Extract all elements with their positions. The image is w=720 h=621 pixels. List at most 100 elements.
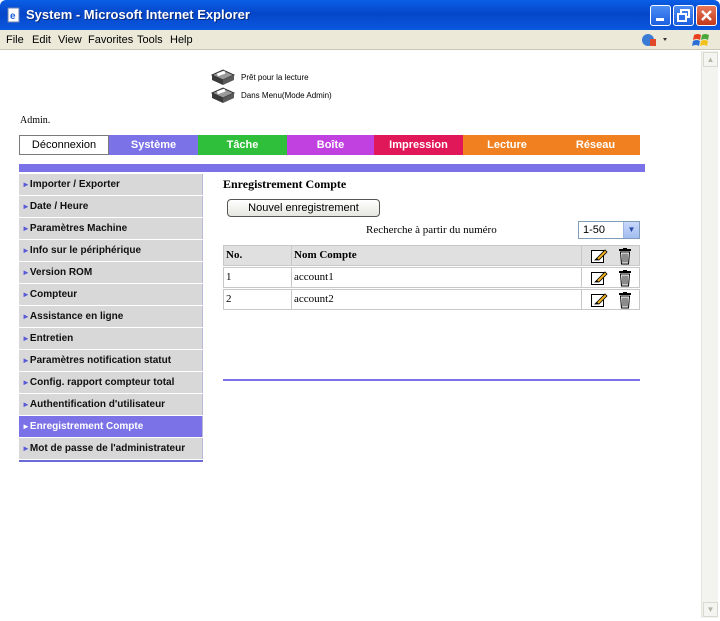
triangle-right-icon: ►	[22, 224, 30, 233]
sidebar-item-rapport-compteur[interactable]: ►Config. rapport compteur total	[19, 372, 203, 393]
sidebar-bottom-line	[19, 460, 203, 462]
trash-icon[interactable]	[616, 291, 634, 309]
row-account-name: account1	[292, 268, 582, 287]
window-title: System - Microsoft Internet Explorer	[26, 7, 250, 22]
tab-systeme[interactable]: Système	[109, 135, 198, 155]
printer-icon	[210, 69, 236, 85]
tab-reseau[interactable]: Réseau	[551, 135, 640, 155]
sidebar-item-assistance-en-ligne[interactable]: ►Assistance en ligne	[19, 306, 203, 327]
sidebar-item-label: Enregistrement Compte	[29, 421, 144, 432]
triangle-right-icon: ►	[22, 378, 30, 387]
edit-icon	[591, 249, 608, 263]
sidebar-item-label: Authentification d'utilisateur	[29, 399, 166, 410]
row-no: 2	[224, 290, 292, 309]
sidebar-item-entretien[interactable]: ►Entretien	[19, 328, 203, 349]
sidebar-item-enregistrement-compte[interactable]: ►Enregistrement Compte	[19, 416, 203, 437]
status-text-mode: Dans Menu(Mode Admin)	[241, 90, 332, 100]
menu-edit[interactable]: Edit	[32, 34, 51, 46]
tab-boite[interactable]: Boîte	[287, 135, 374, 155]
triangle-right-icon: ►	[22, 268, 30, 277]
translate-icon[interactable]	[641, 32, 671, 48]
scroll-down-icon[interactable]: ▼	[703, 602, 718, 617]
triangle-right-icon: ►	[22, 290, 30, 299]
status-text-ready: Prêt pour la lecture	[241, 72, 309, 82]
sidebar-item-label: Version ROM	[29, 267, 93, 278]
table-row: 1 account1	[223, 267, 640, 288]
tab-tache[interactable]: Tâche	[198, 135, 287, 155]
triangle-right-icon: ►	[22, 180, 30, 189]
sidebar-item-label: Assistance en ligne	[29, 311, 124, 322]
sidebar-item-label: Paramètres Machine	[29, 223, 128, 234]
menu-tools[interactable]: Tools	[137, 34, 163, 46]
sidebar-item-label: Config. rapport compteur total	[29, 377, 175, 388]
main-tabs: Déconnexion Système Tâche Boîte Impressi…	[19, 135, 640, 155]
minimize-button[interactable]	[650, 5, 671, 26]
table-row: 2 account2	[223, 289, 640, 310]
sidebar-item-label: Importer / Exporter	[29, 179, 120, 190]
tab-impression[interactable]: Impression	[374, 135, 463, 155]
svg-text:e: e	[10, 11, 16, 22]
table-header-row: No. Nom Compte	[223, 245, 640, 266]
ie-page-icon: e	[7, 7, 20, 23]
vertical-scrollbar[interactable]: ▲ ▼	[701, 51, 718, 618]
sidebar-item-label: Entretien	[29, 333, 74, 344]
scroll-up-icon[interactable]: ▲	[703, 52, 718, 67]
sidebar-item-importer-exporter[interactable]: ►Importer / Exporter	[19, 174, 203, 195]
column-header-name: Nom Compte	[292, 246, 582, 265]
sidebar-item-info-peripherique[interactable]: ►Info sur le périphérique	[19, 240, 203, 261]
sidebar-item-mot-de-passe-admin[interactable]: ►Mot de passe de l'administrateur	[19, 438, 203, 459]
close-button[interactable]	[696, 5, 717, 26]
edit-icon[interactable]	[590, 269, 608, 287]
triangle-right-icon: ►	[22, 202, 30, 211]
menu-file[interactable]: File	[6, 34, 24, 46]
menu-bar: File Edit View Favorites Tools Help	[0, 30, 720, 50]
maximize-button[interactable]	[673, 5, 694, 26]
title-bar: e System - Microsoft Internet Explorer	[0, 0, 720, 30]
windows-logo-icon	[692, 34, 709, 46]
status-ready: Prêt pour la lecture	[209, 67, 309, 87]
sidebar-item-label: Mot de passe de l'administrateur	[29, 443, 186, 454]
sidebar: ►Importer / Exporter ►Date / Heure ►Para…	[19, 174, 203, 462]
restore-icon	[677, 9, 690, 22]
sidebar-item-label: Date / Heure	[29, 201, 89, 212]
tab-lecture[interactable]: Lecture	[463, 135, 551, 155]
menu-favorites[interactable]: Favorites	[88, 34, 133, 46]
close-icon	[701, 10, 712, 21]
row-account-name: account2	[292, 290, 582, 309]
printer-icon	[210, 87, 236, 103]
triangle-right-icon: ►	[22, 312, 30, 321]
search-from-number-label: Recherche à partir du numéro	[366, 224, 497, 236]
menu-view[interactable]: View	[58, 34, 82, 46]
trash-icon	[619, 248, 631, 265]
sidebar-item-date-heure[interactable]: ►Date / Heure	[19, 196, 203, 217]
page-title: Enregistrement Compte	[223, 177, 347, 191]
sidebar-item-label: Info sur le périphérique	[29, 245, 142, 256]
minimize-icon	[656, 18, 664, 21]
triangle-right-icon: ►	[22, 334, 30, 343]
range-select-value: 1-50	[583, 224, 606, 236]
sidebar-item-notification-statut[interactable]: ►Paramètres notification statut	[19, 350, 203, 371]
sidebar-item-authentification[interactable]: ►Authentification d'utilisateur	[19, 394, 203, 415]
sidebar-item-compteur[interactable]: ►Compteur	[19, 284, 203, 305]
page-viewport: Prêt pour la lecture Dans Menu(Mode Admi…	[4, 51, 701, 618]
tab-underline-bar	[19, 164, 645, 172]
range-select[interactable]: 1-50 ▼	[578, 221, 640, 239]
triangle-right-icon: ►	[22, 422, 30, 431]
menu-help[interactable]: Help	[170, 34, 193, 46]
sidebar-item-parametres-machine[interactable]: ►Paramètres Machine	[19, 218, 203, 239]
chevron-down-icon[interactable]: ▼	[623, 222, 639, 238]
triangle-right-icon: ►	[22, 356, 30, 365]
status-mode: Dans Menu(Mode Admin)	[209, 85, 332, 105]
sidebar-item-label: Compteur	[29, 289, 78, 300]
edit-icon[interactable]	[590, 291, 608, 309]
trash-icon[interactable]	[616, 269, 634, 287]
sidebar-item-version-rom[interactable]: ►Version ROM	[19, 262, 203, 283]
triangle-right-icon: ►	[22, 444, 30, 453]
row-no: 1	[224, 268, 292, 287]
column-header-no: No.	[224, 246, 292, 265]
logout-button[interactable]: Déconnexion	[19, 135, 109, 155]
sidebar-item-label: Paramètres notification statut	[29, 355, 172, 366]
triangle-right-icon: ►	[22, 400, 30, 409]
new-registration-button[interactable]: Nouvel enregistrement	[227, 199, 380, 217]
admin-label: Admin.	[20, 115, 51, 126]
